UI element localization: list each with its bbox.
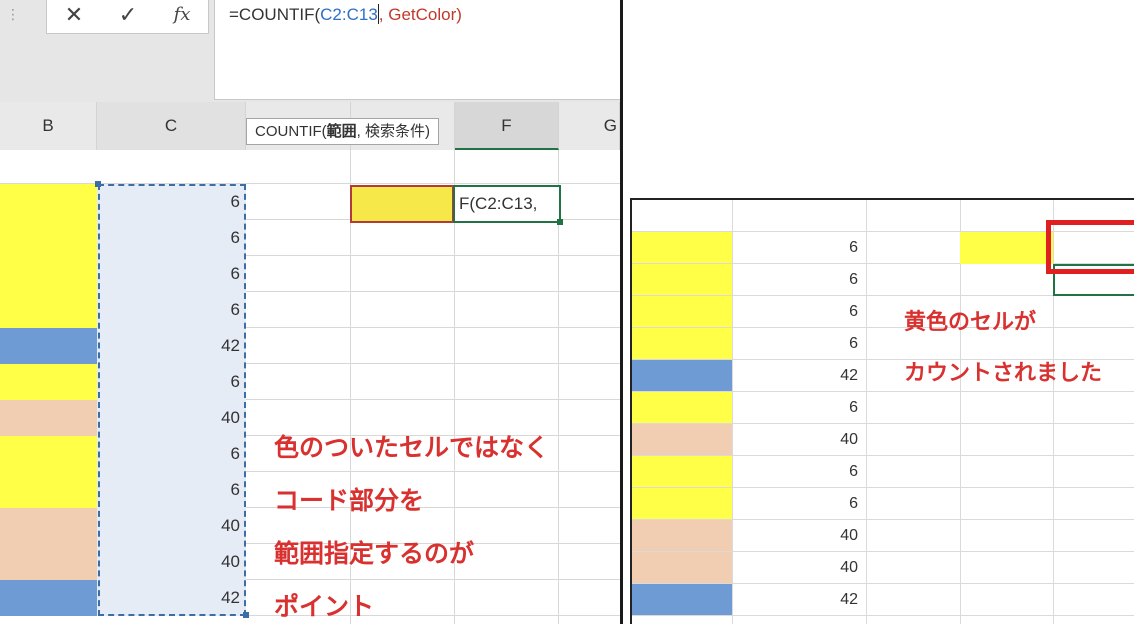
color-code-cell[interactable]: 42 bbox=[732, 584, 866, 615]
excel-window-formula-editing: ⋮ ✕ ✓ fx =COUNTIF(C2:C13, GetColor) B C … bbox=[0, 0, 620, 624]
color-code-cell[interactable]: 6 bbox=[732, 456, 866, 487]
selection-handle[interactable] bbox=[243, 612, 249, 618]
color-code-cell[interactable]: 40 bbox=[732, 520, 866, 551]
annotation-line-1: 色のついたセルではなく bbox=[274, 433, 550, 462]
table-row: 6 bbox=[632, 456, 1134, 488]
range-selection-c2-c13[interactable] bbox=[98, 184, 246, 616]
color-cell[interactable] bbox=[632, 264, 732, 295]
formula-argument: GetColor) bbox=[383, 5, 462, 24]
gridline bbox=[866, 200, 867, 624]
table-row: 6 bbox=[0, 256, 620, 292]
color-cell[interactable] bbox=[0, 544, 97, 580]
yellow-criteria-cell[interactable] bbox=[350, 185, 454, 223]
panel-divider bbox=[620, 0, 623, 624]
table-row: 6 bbox=[0, 364, 620, 400]
table-row: 42 bbox=[0, 328, 620, 364]
color-cell[interactable] bbox=[0, 364, 97, 400]
color-cell[interactable] bbox=[0, 256, 97, 292]
table-row: 6 bbox=[632, 392, 1134, 424]
gridline bbox=[732, 200, 733, 624]
column-header-g[interactable]: G bbox=[559, 102, 620, 150]
color-cell[interactable] bbox=[0, 400, 97, 436]
table-row: 42 bbox=[632, 584, 1134, 616]
color-cell[interactable] bbox=[632, 232, 732, 263]
function-tooltip: COUNTIF(範囲, 検索条件) bbox=[246, 118, 440, 145]
color-cell[interactable] bbox=[0, 328, 97, 364]
table-row: 40 bbox=[632, 520, 1134, 552]
table-row: 6 bbox=[632, 488, 1134, 520]
table-row: 40 bbox=[632, 552, 1134, 584]
color-cell[interactable] bbox=[0, 472, 97, 508]
color-cell[interactable] bbox=[632, 392, 732, 423]
color-code-cell[interactable]: 6 bbox=[732, 232, 866, 263]
color-cell[interactable] bbox=[0, 508, 97, 544]
color-cell[interactable] bbox=[0, 436, 97, 472]
formula-input[interactable]: =COUNTIF(C2:C13, GetColor) bbox=[214, 0, 620, 100]
selection-handle[interactable] bbox=[95, 181, 101, 187]
table-row: 40 bbox=[632, 424, 1134, 456]
color-code-cell[interactable]: 42 bbox=[732, 360, 866, 391]
color-cell[interactable] bbox=[0, 580, 97, 616]
yellow-criteria-cell[interactable] bbox=[960, 232, 1053, 264]
table-row: 6 bbox=[0, 292, 620, 328]
result-annotation-line-1: 黄色のセルが bbox=[904, 310, 1037, 335]
excel-result-view: 6 6 6 6 42 6 40 6 6 40 40 42 黄色のセルが カウントされました bbox=[630, 198, 1134, 624]
color-cell[interactable] bbox=[632, 488, 732, 519]
color-cell[interactable] bbox=[632, 456, 732, 487]
formula-bar-grip-icon[interactable]: ⋮ bbox=[6, 4, 20, 24]
color-code-cell[interactable]: 40 bbox=[732, 424, 866, 455]
color-code-cell[interactable]: 40 bbox=[732, 552, 866, 583]
formula-bar-buttons: ✕ ✓ fx bbox=[46, 0, 209, 34]
formula-range-ref: C2:C13 bbox=[320, 5, 378, 24]
column-header-f[interactable]: F bbox=[455, 102, 559, 150]
annotation-line-3: 範囲指定するのが bbox=[274, 539, 475, 568]
color-cell[interactable] bbox=[632, 328, 732, 359]
color-code-cell[interactable]: 6 bbox=[732, 488, 866, 519]
color-code-cell[interactable]: 6 bbox=[732, 328, 866, 359]
active-formula-cell[interactable]: F(C2:C13, bbox=[453, 185, 561, 223]
color-cell[interactable] bbox=[632, 296, 732, 327]
tooltip-suffix: , 検索条件) bbox=[356, 123, 431, 140]
color-cell[interactable] bbox=[632, 520, 732, 551]
color-code-cell[interactable]: 6 bbox=[732, 392, 866, 423]
color-code-cell[interactable]: 6 bbox=[732, 264, 866, 295]
fill-handle[interactable] bbox=[557, 219, 563, 225]
result-annotation-line-2: カウントされました bbox=[904, 361, 1103, 386]
result-highlight-box bbox=[1046, 220, 1134, 274]
enter-icon[interactable]: ✓ bbox=[113, 0, 143, 32]
color-cell[interactable] bbox=[0, 220, 97, 256]
color-cell[interactable] bbox=[632, 552, 732, 583]
color-cell[interactable] bbox=[632, 424, 732, 455]
color-code-cell[interactable]: 6 bbox=[732, 296, 866, 327]
table-row bbox=[0, 150, 620, 184]
color-cell[interactable] bbox=[0, 184, 97, 220]
table-row: 6 bbox=[632, 296, 1134, 328]
annotation-line-2: コード部分を bbox=[274, 486, 425, 515]
formula-prefix: =COUNTIF( bbox=[229, 5, 321, 24]
tooltip-prefix: COUNTIF( bbox=[255, 123, 327, 140]
color-cell[interactable] bbox=[632, 584, 732, 615]
column-header-c[interactable]: C bbox=[97, 102, 246, 150]
table-row: 6 bbox=[0, 220, 620, 256]
column-header-b[interactable]: B bbox=[0, 102, 97, 150]
formula-bar: ⋮ ✕ ✓ fx =COUNTIF(C2:C13, GetColor) bbox=[0, 0, 620, 102]
annotation-line-4: ポイント bbox=[274, 592, 375, 621]
cancel-icon[interactable]: ✕ bbox=[59, 0, 89, 32]
color-cell[interactable] bbox=[632, 360, 732, 391]
insert-function-icon[interactable]: fx bbox=[167, 0, 197, 32]
color-cell[interactable] bbox=[0, 292, 97, 328]
tooltip-bold-arg: 範囲 bbox=[326, 123, 357, 140]
